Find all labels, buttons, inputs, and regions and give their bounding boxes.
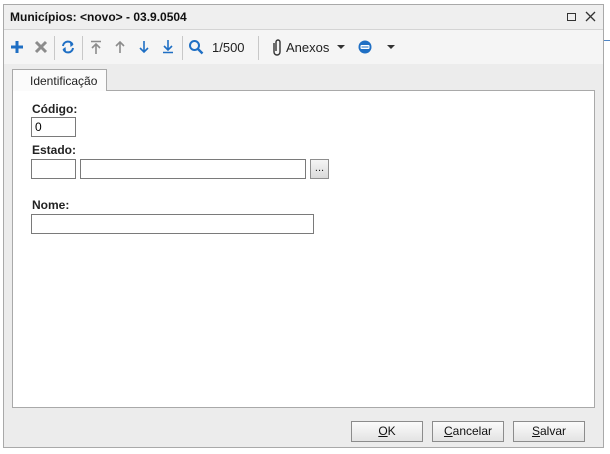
search-button[interactable] [187,38,205,56]
estado-label: Estado: [32,143,77,157]
extra-actions-button[interactable] [356,38,374,56]
ok-label: K [387,424,396,438]
menu-badge-icon [358,40,372,54]
save-button[interactable]: Salvar [513,421,585,442]
tab-identificacao[interactable]: Identificação [12,69,107,91]
estado-name-input[interactable] [80,159,306,179]
refresh-button[interactable] [59,38,77,56]
ok-accelerator: O [378,424,388,438]
title-bar[interactable]: Municípios: <novo> - 03.9.0504 [4,5,603,30]
close-button[interactable] [582,8,600,26]
delete-icon [34,40,48,54]
extra-actions-dropdown[interactable] [384,39,402,57]
save-label: alvar [540,424,567,438]
toolbar-separator [82,36,83,60]
delete-button[interactable] [32,38,50,56]
maximize-icon [567,13,576,21]
next-record-icon [139,41,149,54]
nome-label: Nome: [32,198,70,212]
municipios-window: Municípios: <novo> - 03.9.0504 1/500 Ane… [3,4,604,448]
cancel-accelerator: C [443,424,453,438]
last-record-icon [163,40,173,54]
maximize-button[interactable] [563,8,581,26]
background-accent-line [604,40,610,41]
previous-record-button[interactable] [111,38,129,56]
codigo-label: Código: [32,102,78,116]
first-record-icon [91,40,101,54]
identificacao-panel: Código: Estado: ... Nome: [12,90,595,408]
cancel-button[interactable]: Cancelar [432,421,504,442]
codigo-input[interactable] [31,117,76,137]
estado-code-input[interactable] [31,159,76,179]
ok-button[interactable]: OK [351,421,423,442]
toolbar-separator [182,36,183,60]
add-button[interactable] [8,38,26,56]
first-record-button[interactable] [87,38,105,56]
save-accelerator: S [531,424,540,438]
chevron-down-icon [337,45,345,49]
tab-label: Identificação [30,74,98,88]
close-icon [585,11,596,22]
plus-icon [11,41,23,53]
paperclip-icon [273,39,281,56]
next-record-button[interactable] [135,38,153,56]
toolbar-separator [54,36,55,60]
search-icon [189,40,204,55]
nome-input[interactable] [31,214,314,234]
last-record-button[interactable] [159,38,177,56]
toolbar-separator [258,36,259,60]
estado-lookup-button[interactable]: ... [310,159,329,179]
record-pager: 1/500 [212,40,245,55]
attachments-dropdown[interactable] [334,39,352,57]
refresh-icon [62,40,74,54]
toolbar: 1/500 Anexos [4,30,603,64]
window-title: Municípios: <novo> - 03.9.0504 [10,10,187,24]
chevron-down-icon [387,45,395,49]
previous-record-icon [115,40,125,53]
attachments-label: Anexos [286,40,330,55]
cancel-label: ancelar [452,424,493,438]
